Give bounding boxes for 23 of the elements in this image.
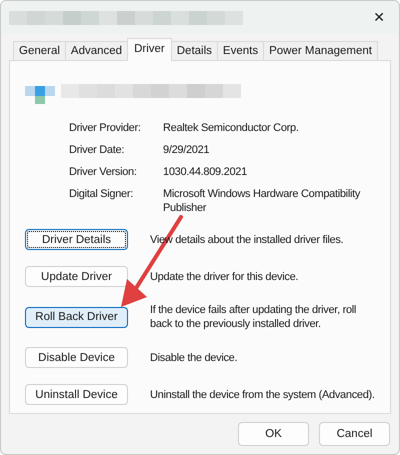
action-button[interactable]: Roll Back Driver [25,306,128,328]
action-button[interactable]: Update Driver [25,266,128,287]
property-value: Realtek Semiconductor Corp. [163,121,300,135]
close-button[interactable]: ✕ [367,8,391,28]
property-label: Driver Date: [69,143,126,157]
action-description: Disable the device. [150,350,238,364]
tab[interactable]: General [13,41,66,60]
property-value: 1030.44.809.2021 [163,165,248,179]
property-label: Driver Version: [69,165,138,179]
action-button[interactable]: Disable Device [25,347,128,368]
action-description: Update the driver for this device. [150,270,300,284]
dialog-button[interactable]: Cancel [319,422,390,446]
property-value: Microsoft Windows Hardware Compatibility Publisher [163,187,362,215]
property-label: Digital Signer: [69,187,134,202]
action-description: Uninstall the device from the system (Advanced). [150,388,375,402]
tab[interactable]: Driver [127,38,172,61]
dialog-button[interactable]: OK [238,422,309,446]
property-label: Driver Provider: [69,121,142,135]
action-button[interactable]: Uninstall Device [25,384,128,405]
action-description: If the device fails after updating the driver, roll back to the previously installed driver. [150,303,358,331]
action-button[interactable]: Driver Details [25,229,128,250]
tab[interactable]: Power Management [263,41,378,60]
property-value: 9/29/2021 [163,143,210,157]
